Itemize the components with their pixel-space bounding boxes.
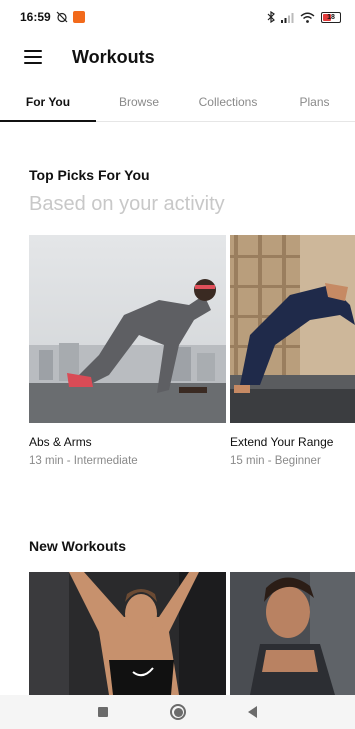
page-title: Workouts <box>72 46 155 67</box>
new-workouts-title: New Workouts <box>29 538 126 554</box>
extend-range-workout-image <box>230 235 355 423</box>
tab-browse[interactable]: Browse <box>96 82 182 121</box>
signal-icon <box>281 12 294 23</box>
new-workout-card[interactable] <box>29 572 226 695</box>
tab-bar: For You Browse Collections Plans <box>0 82 355 122</box>
top-picks-subtitle: Based on your activity <box>29 193 225 215</box>
status-time: 16:59 <box>20 10 51 24</box>
workout-card-abs-arms[interactable] <box>29 235 226 423</box>
hamburger-menu-icon[interactable] <box>24 50 42 64</box>
home-icon[interactable] <box>170 704 186 720</box>
app-bar: Workouts <box>0 34 355 80</box>
status-bar: 16:59 18 <box>0 0 355 34</box>
card-meta: 15 min - Beginner <box>230 455 321 467</box>
bluetooth-icon <box>267 11 275 23</box>
system-nav-bar <box>0 695 355 729</box>
alarm-off-icon <box>56 11 68 23</box>
card-meta: 13 min - Intermediate <box>29 455 138 467</box>
new-workout-image <box>29 572 226 695</box>
recent-apps-icon[interactable] <box>98 707 108 717</box>
battery-level: 18 <box>327 13 335 21</box>
tab-plans[interactable]: Plans <box>274 82 355 121</box>
back-icon[interactable] <box>248 706 257 718</box>
abs-arms-workout-image <box>29 235 226 423</box>
tab-for-you[interactable]: For You <box>0 82 96 122</box>
wifi-icon <box>300 12 315 23</box>
workout-card-extend-your-range[interactable] <box>230 235 355 423</box>
battery-icon: 18 <box>321 11 341 23</box>
tab-collections[interactable]: Collections <box>182 82 274 121</box>
new-workout-image <box>230 572 355 695</box>
new-workout-card[interactable] <box>230 572 355 695</box>
card-title: Extend Your Range <box>230 435 334 449</box>
card-title: Abs & Arms <box>29 435 92 449</box>
top-picks-title: Top Picks For You <box>29 167 150 183</box>
notification-app-icon <box>72 11 85 23</box>
